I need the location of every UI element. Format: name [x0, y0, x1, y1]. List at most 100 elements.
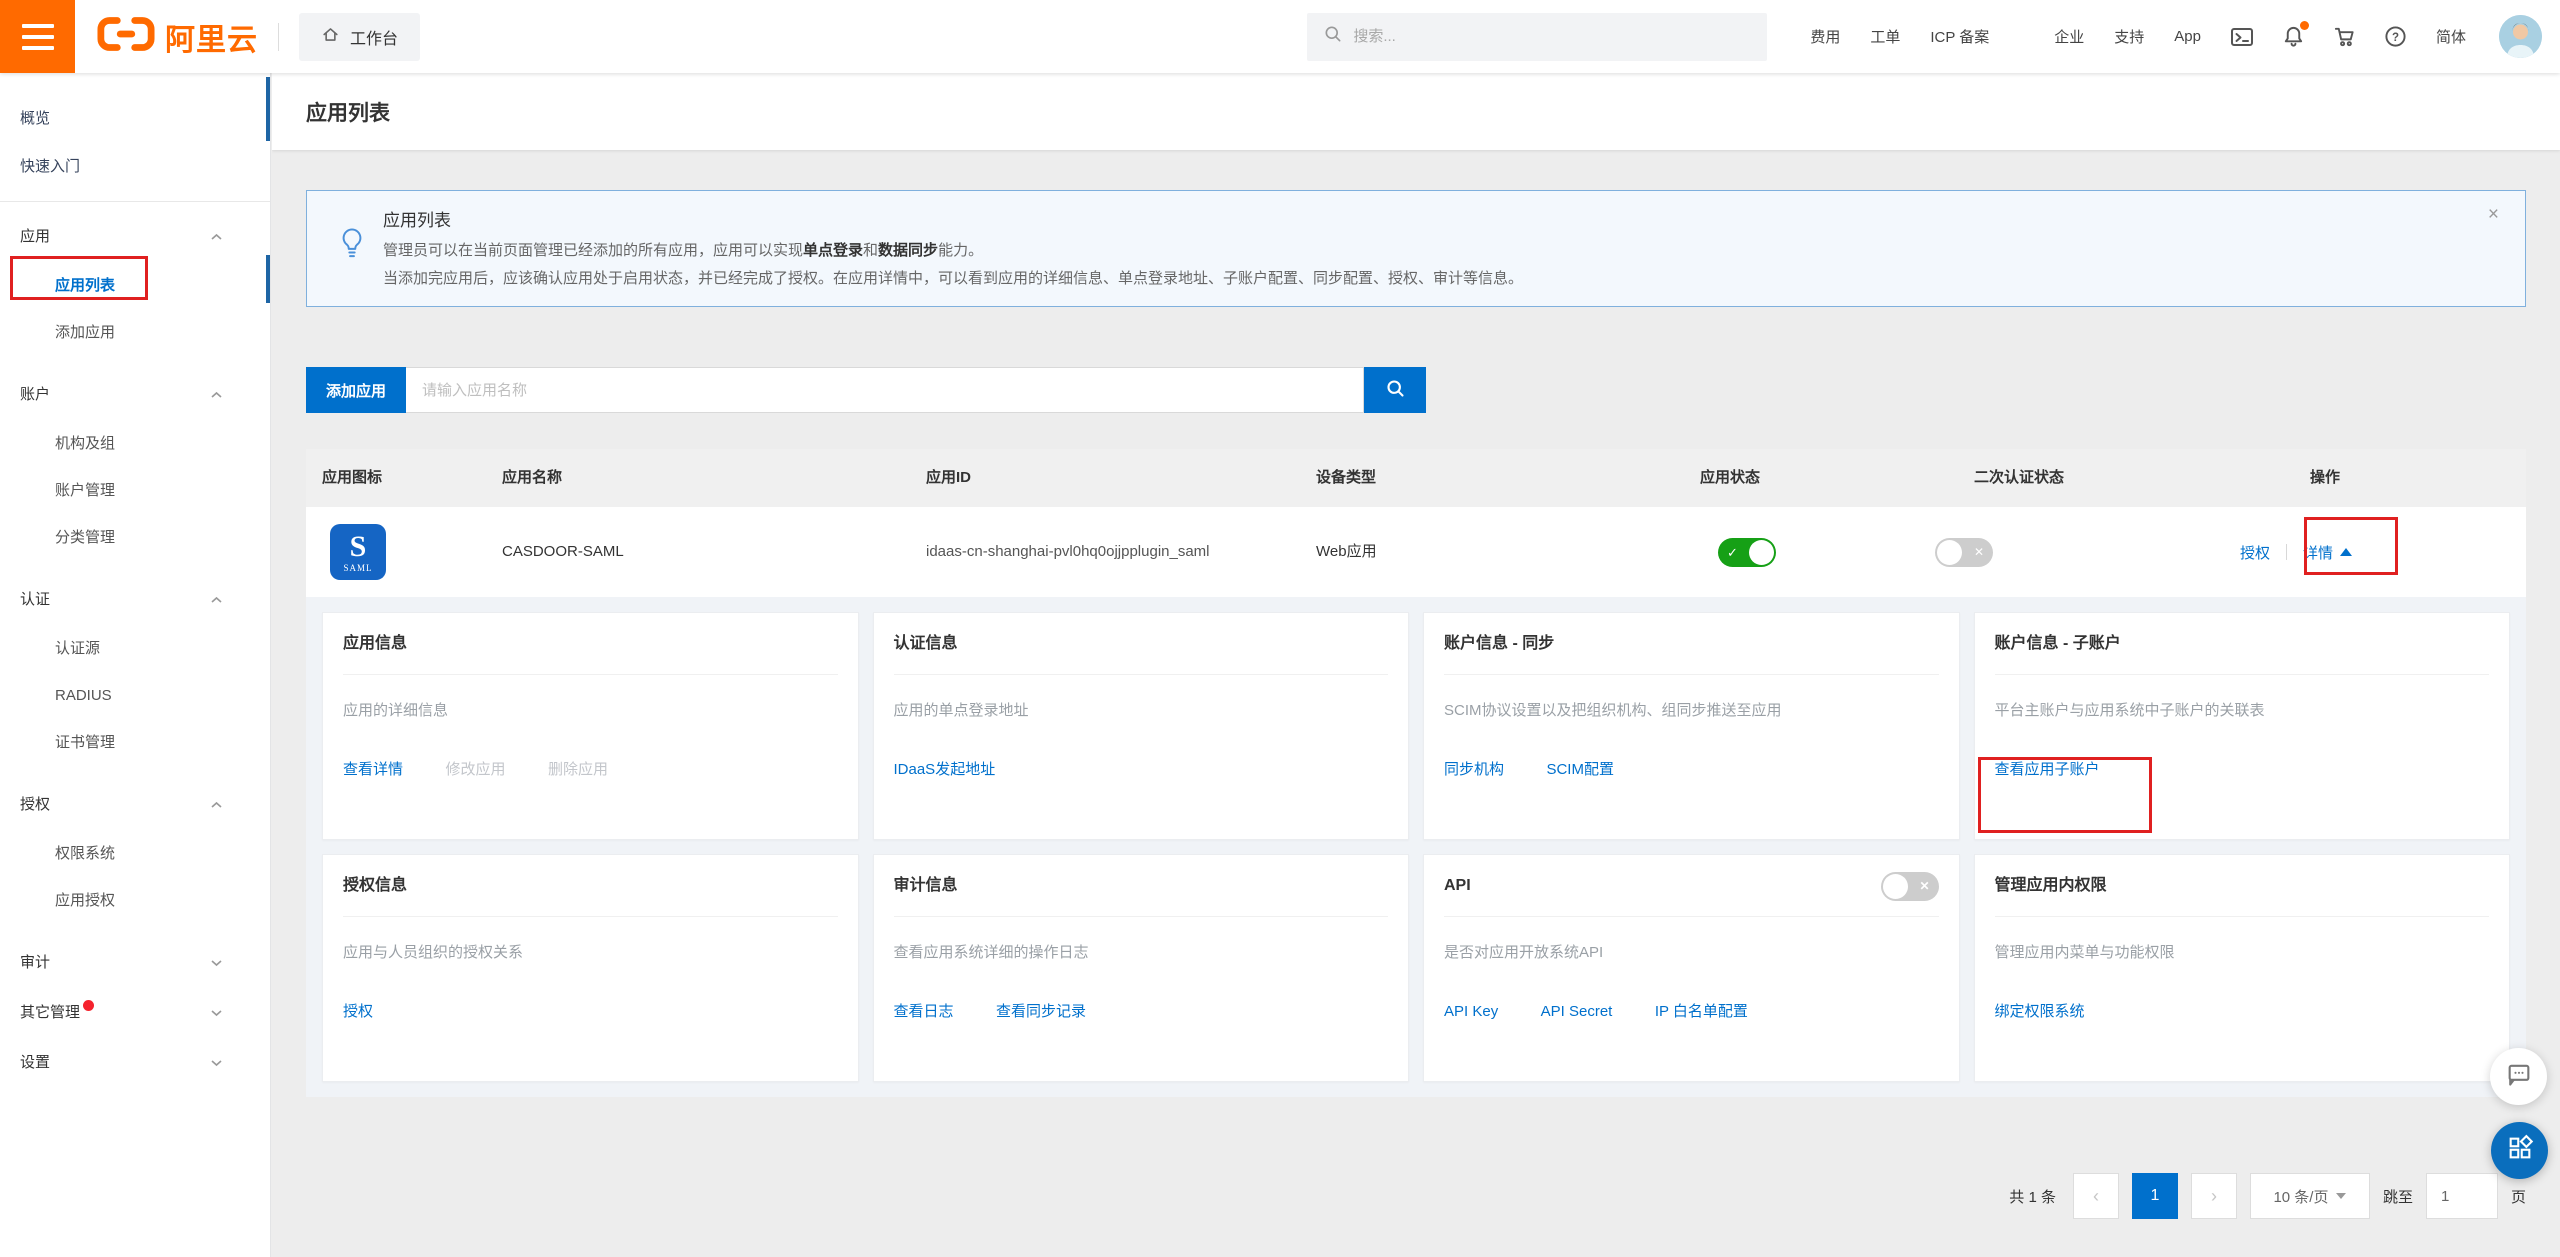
nav-app[interactable]: App: [2174, 28, 2201, 45]
sidebar-group-audit[interactable]: 审计: [0, 938, 270, 988]
card-title: 授权信息: [343, 855, 838, 917]
app-name-search-input[interactable]: [406, 367, 1364, 413]
sidebar-item-auth-source[interactable]: 认证源: [0, 625, 270, 672]
card-title: 账户信息 - 子账户: [1995, 613, 2490, 675]
jump-page-input[interactable]: [2426, 1173, 2498, 1219]
avatar[interactable]: [2499, 15, 2542, 58]
authorize-card-link[interactable]: 授权: [343, 1000, 373, 1021]
nav-billing[interactable]: 费用: [1810, 26, 1840, 47]
sidebar-item-add-app[interactable]: 添加应用: [0, 309, 270, 356]
scim-config-link[interactable]: SCIM配置: [1546, 758, 1614, 779]
app-status-toggle[interactable]: ✓: [1718, 538, 1776, 567]
workbench-button[interactable]: 工作台: [299, 13, 420, 61]
sidebar-indicator-app-list: [266, 255, 270, 303]
next-page-button[interactable]: ›: [2191, 1173, 2237, 1219]
chevron-up-icon: [211, 801, 222, 809]
idaas-sso-link[interactable]: IDaaS发起地址: [894, 758, 996, 779]
collapse-triangle-icon[interactable]: [2340, 548, 2352, 556]
sidebar-group-authentication[interactable]: 认证: [0, 575, 270, 625]
aliyun-logo[interactable]: 阿里云: [97, 15, 258, 59]
nav-tickets[interactable]: 工单: [1870, 26, 1900, 47]
sidebar-item-org-groups[interactable]: 机构及组: [0, 420, 270, 467]
card-desc: 管理应用内菜单与功能权限: [1995, 941, 2490, 962]
global-search[interactable]: [1307, 13, 1767, 61]
sidebar-item-overview[interactable]: 概览: [0, 95, 270, 143]
sidebar-group-accounts[interactable]: 账户: [0, 370, 270, 420]
sidebar-group-settings[interactable]: 设置: [0, 1038, 270, 1088]
table-header: 应用图标 应用名称 应用ID 设备类型 应用状态 二次认证状态 操作: [306, 449, 2526, 507]
sidebar-group-authorization[interactable]: 授权: [0, 780, 270, 830]
hamburger-menu-button[interactable]: [0, 0, 75, 73]
notification-badge: [83, 1000, 94, 1011]
card-account-sync: 账户信息 - 同步 SCIM协议设置以及把组织机构、组同步推送至应用 同步机构 …: [1423, 612, 1960, 840]
view-sub-account-link[interactable]: 查看应用子账户: [1995, 758, 2100, 779]
col-app-id: 应用ID: [926, 449, 971, 507]
sidebar: 概览 快速入门 应用 应用列表 添加应用 账户 机构及组 账户管理 分类管理 认…: [0, 73, 271, 1257]
sidebar-item-permission-system[interactable]: 权限系统: [0, 830, 270, 877]
topbar-divider: [278, 23, 279, 51]
close-icon[interactable]: ×: [2488, 205, 2499, 224]
terminal-icon[interactable]: [2230, 25, 2254, 49]
card-title: 审计信息: [894, 855, 1389, 917]
sidebar-item-app-authorization[interactable]: 应用授权: [0, 877, 270, 924]
toolbar: 添加应用: [306, 367, 2526, 413]
lightbulb-icon: [337, 227, 367, 266]
authorize-link[interactable]: 授权: [2240, 542, 2270, 563]
language-switch[interactable]: 简体: [2436, 26, 2466, 47]
api-key-link[interactable]: API Key: [1444, 1003, 1498, 1020]
sidebar-group-applications[interactable]: 应用: [0, 212, 270, 262]
view-sync-records-link[interactable]: 查看同步记录: [996, 1000, 1086, 1021]
col-app-name: 应用名称: [502, 449, 562, 507]
sidebar-item-app-list[interactable]: 应用列表: [0, 262, 270, 309]
chevron-up-icon: [211, 596, 222, 604]
card-desc: 应用的详细信息: [343, 699, 838, 720]
current-page-button[interactable]: 1: [2132, 1173, 2178, 1219]
sidebar-item-category-mgmt[interactable]: 分类管理: [0, 514, 270, 561]
prev-page-button[interactable]: ‹: [2073, 1173, 2119, 1219]
mfa-status-toggle[interactable]: ✕: [1935, 538, 1993, 567]
app-grid-icon: [2506, 1134, 2534, 1167]
search-icon: [1385, 378, 1406, 402]
add-app-button[interactable]: 添加应用: [306, 367, 406, 413]
view-logs-link[interactable]: 查看日志: [894, 1000, 954, 1021]
sidebar-item-radius[interactable]: RADIUS: [0, 672, 270, 719]
card-desc: SCIM协议设置以及把组织机构、组同步推送至应用: [1444, 699, 1939, 720]
app-table: 应用图标 应用名称 应用ID 设备类型 应用状态 二次认证状态 操作 S SAM…: [306, 449, 2526, 1097]
chevron-down-icon: [211, 1059, 222, 1067]
col-mfa-status: 二次认证状态: [1974, 449, 2064, 507]
card-title: 应用信息: [343, 613, 838, 675]
cart-icon[interactable]: [2333, 25, 2356, 48]
aliyun-logo-icon: [97, 16, 155, 57]
api-secret-link[interactable]: API Secret: [1541, 1003, 1613, 1020]
sync-org-link[interactable]: 同步机构: [1444, 758, 1504, 779]
global-search-input[interactable]: [1353, 28, 1751, 45]
topbar-right: 费用 工单 ICP 备案 企业 支持 App: [1307, 13, 2560, 61]
nav-support[interactable]: 支持: [2114, 26, 2144, 47]
help-icon[interactable]: ?: [2384, 25, 2407, 48]
detail-link[interactable]: 详情: [2303, 542, 2333, 563]
chevron-up-icon: [211, 233, 222, 241]
ip-whitelist-link[interactable]: IP 白名单配置: [1655, 1000, 1748, 1021]
view-detail-link[interactable]: 查看详情: [343, 758, 403, 779]
chevron-up-icon: [211, 391, 222, 399]
page-size-select[interactable]: 10 条/页: [2250, 1173, 2370, 1219]
api-toggle[interactable]: ✕: [1881, 872, 1939, 901]
apps-shortcut-button[interactable]: [2491, 1122, 2548, 1179]
sidebar-item-cert-mgmt[interactable]: 证书管理: [0, 719, 270, 766]
chevron-down-icon: [2336, 1193, 2346, 1199]
sidebar-item-account-mgmt[interactable]: 账户管理: [0, 467, 270, 514]
card-auth-info: 认证信息 应用的单点登录地址 IDaaS发起地址: [873, 612, 1410, 840]
sidebar-group-other-mgmt[interactable]: 其它管理: [0, 988, 270, 1038]
nav-enterprise[interactable]: 企业: [2054, 26, 2084, 47]
nav-icp[interactable]: ICP 备案: [1930, 26, 1989, 47]
page-title: 应用列表: [306, 97, 390, 127]
bind-permission-system-link[interactable]: 绑定权限系统: [1995, 1000, 2085, 1021]
feedback-chat-button[interactable]: [2490, 1048, 2547, 1105]
table-row: S SAML CASDOOR-SAML idaas-cn-shanghai-pv…: [306, 507, 2526, 597]
card-title: 认证信息: [894, 613, 1389, 675]
search-button[interactable]: [1364, 367, 1426, 413]
pagination: 共 1 条 ‹ 1 › 10 条/页 跳至 页: [306, 1173, 2526, 1219]
sidebar-indicator-overview: [266, 77, 270, 141]
notifications-bell-icon[interactable]: [2282, 25, 2305, 48]
sidebar-item-quickstart[interactable]: 快速入门: [0, 143, 270, 191]
